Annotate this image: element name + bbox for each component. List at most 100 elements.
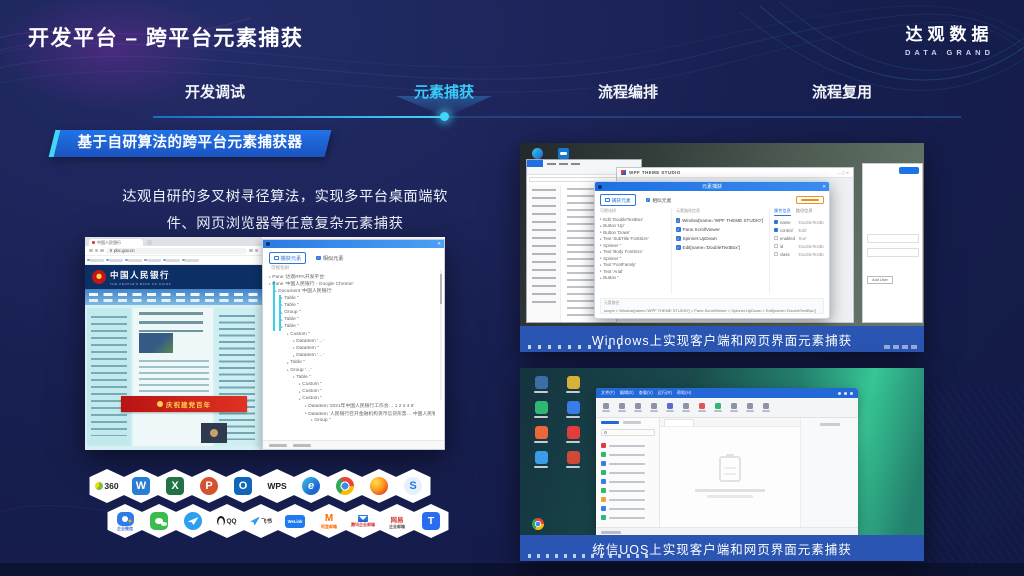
url-field[interactable]: pbc.gov.cn — [106, 248, 248, 254]
path-node[interactable]: ✓ Edit[name='DoubleTextBox'] — [676, 243, 763, 252]
checkbox-icon[interactable] — [774, 228, 778, 232]
new-tab-icon[interactable] — [147, 240, 152, 245]
footer-tab[interactable] — [293, 444, 311, 447]
browser-tab[interactable]: 中国人民银行 — [89, 239, 143, 246]
tree-node[interactable]: ▸ Group '…' — [269, 366, 435, 373]
ribbon-tab[interactable] — [571, 163, 580, 166]
tree-node[interactable]: ▸ Document '中国人民银行' — [269, 287, 435, 294]
toolbar-icon[interactable] — [602, 403, 610, 413]
tree-node[interactable]: ▸ Custom '' — [269, 388, 435, 395]
window-controls[interactable]: — ▢ ✕ — [837, 171, 849, 175]
menu-item[interactable]: 帮助(H) — [677, 390, 691, 396]
tree-node[interactable]: ▸ Table '' — [269, 374, 435, 381]
toolbar-icon[interactable] — [714, 403, 722, 413]
activity-list-item[interactable] — [601, 450, 654, 459]
activity-list-item[interactable] — [601, 477, 654, 486]
activity-list-item[interactable] — [601, 504, 654, 513]
close-icon[interactable]: ✕ — [437, 240, 441, 248]
bookmark-item[interactable] — [128, 259, 142, 262]
menu-item[interactable]: 编辑(E) — [620, 390, 634, 396]
computer-icon[interactable] — [530, 376, 552, 393]
tree-node[interactable]: ▸ Table '' — [269, 316, 435, 323]
tab-flow-orchestration[interactable]: 流程编排 — [598, 81, 658, 102]
activity-list-item[interactable] — [601, 486, 654, 495]
tab-dev-debug[interactable]: 开发调试 — [185, 81, 245, 102]
bookmark-item[interactable] — [109, 259, 123, 262]
reload-icon[interactable] — [100, 249, 104, 253]
wps-writer-icon[interactable] — [562, 401, 584, 418]
capture-element-chip[interactable]: 捕获元素 — [269, 252, 306, 264]
window-controls[interactable] — [838, 392, 853, 395]
tree-node[interactable]: ▸ Table '' — [269, 302, 435, 309]
toolbar-icon[interactable] — [730, 403, 738, 413]
shell-file-icon[interactable] — [562, 451, 584, 468]
recapture-button[interactable] — [796, 196, 824, 204]
capture-element-chip[interactable]: 捕获元素 — [600, 194, 636, 206]
star-icon[interactable] — [249, 249, 253, 253]
tab-flow-reuse[interactable]: 流程复用 — [812, 81, 872, 102]
checkbox-icon[interactable] — [774, 220, 778, 224]
menu-icon[interactable] — [255, 249, 259, 253]
chrome-desktop-icon[interactable] — [532, 518, 544, 530]
canvas-tab[interactable] — [664, 419, 694, 426]
activity-list-item[interactable] — [601, 513, 654, 522]
tree-node[interactable]: ▸ DataItem '…' — [269, 338, 435, 345]
tree-node[interactable]: ▸ Table '' — [269, 359, 435, 366]
ribbon-tab[interactable] — [559, 163, 568, 166]
tree-node[interactable]: ▸ Pane '中国人民银行 - Google Chrome' — [269, 280, 435, 287]
path-node[interactable]: ✓ Pane.ScrollViewer — [676, 225, 763, 234]
toolbar-icon[interactable] — [666, 403, 674, 413]
activity-list-item[interactable] — [601, 459, 654, 468]
bookmark-item[interactable] — [90, 259, 104, 262]
props-tab[interactable]: 路径信息 — [796, 208, 813, 216]
bookmark-item[interactable] — [185, 259, 199, 262]
toolbar-icon[interactable] — [634, 403, 642, 413]
menu-item[interactable]: 运行(R) — [658, 390, 672, 396]
prop-row[interactable]: id 'DoubleTextBox' — [774, 242, 824, 250]
toolbar-icon[interactable] — [618, 403, 626, 413]
tree-node[interactable]: ▸ Table '' — [269, 295, 435, 302]
scrollbar[interactable] — [440, 270, 443, 400]
checkbox-icon[interactable] — [774, 252, 778, 256]
menu-item[interactable]: 文件(F) — [601, 390, 615, 396]
props-tab-active[interactable]: 属性信息 — [774, 208, 791, 216]
prop-row[interactable]: class 'DoubleTextBox' — [774, 250, 824, 258]
path-node[interactable]: ✓ Window[name='WPF THEME STUDIO'] — [676, 216, 763, 225]
forward-icon[interactable] — [95, 249, 99, 253]
similar-element-chip[interactable]: ✓ 相似元素 — [642, 195, 676, 205]
sidebar-tabs[interactable] — [596, 418, 659, 427]
tree-node[interactable]: ▸ Custom '' — [269, 381, 435, 388]
bookmark-item[interactable] — [166, 259, 180, 262]
wps-sheet-icon[interactable] — [530, 401, 552, 418]
tree-node[interactable]: ▸ Group '' — [269, 309, 435, 316]
prop-row[interactable]: name 'DoubleTextBox' — [774, 218, 824, 226]
bookmark-item[interactable] — [147, 259, 161, 262]
tree-node[interactable]: ▸ Pane '达观RPA开发平台' — [269, 273, 435, 280]
toolbar-icon[interactable] — [650, 403, 658, 413]
activity-list-item[interactable] — [601, 441, 654, 450]
tree-node[interactable]: ▸ DataItem '2021年中国人民银行工作会… 1 2 3 4 5' — [269, 402, 435, 409]
add-user-button[interactable]: Add User — [867, 276, 893, 284]
tree-node[interactable]: ▸ Group '' — [269, 417, 435, 424]
input-field[interactable] — [867, 248, 919, 257]
scrollbar-thumb[interactable] — [440, 274, 443, 304]
wps-slides-icon[interactable] — [530, 426, 552, 443]
back-icon[interactable] — [89, 249, 93, 253]
wps-office-icon[interactable] — [562, 426, 584, 443]
similar-element-chip[interactable]: ✓ 相似元素 — [312, 253, 347, 263]
prop-row[interactable]: control 'Edit' — [774, 226, 824, 234]
tree-node[interactable]: ▸ DataItem '…' — [269, 352, 435, 359]
tree-node[interactable]: ▸ DataItem '人民银行召开金融机构货币信贷形势… 中国人民银行公告（2… — [269, 410, 435, 417]
tree-node[interactable]: ▸ Custom '' — [269, 331, 435, 338]
file-menu-tab[interactable] — [527, 160, 543, 167]
primary-button[interactable] — [899, 167, 919, 174]
tree-node[interactable]: ▸ Button '' — [600, 275, 664, 282]
tree-node[interactable]: ▸ DataItem '' — [269, 345, 435, 352]
checkbox-icon[interactable] — [774, 236, 778, 240]
wps-pdf-icon[interactable] — [530, 451, 552, 468]
tree-node[interactable]: ▸ Table '' — [269, 323, 435, 330]
menu-item[interactable]: 查看(V) — [639, 390, 653, 396]
tree-node[interactable]: ▸ Custom '' — [269, 395, 435, 402]
footer-tab[interactable] — [269, 444, 287, 447]
activity-list-item[interactable] — [601, 468, 654, 477]
